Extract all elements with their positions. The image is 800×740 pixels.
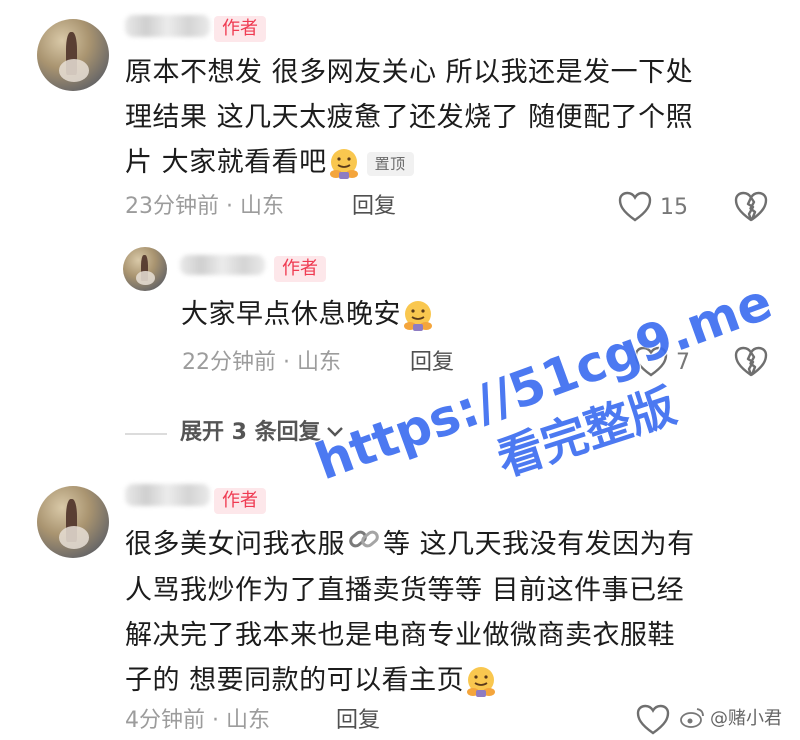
comment-line-with-emoji: 片 大家就看看吧 置顶: [125, 140, 775, 185]
comment-line: 人骂我炒作为了直播卖货等等 目前这件事已经: [125, 575, 685, 606]
weibo-icon: [680, 706, 706, 732]
reply-button[interactable]: 回复: [336, 706, 380, 736]
hug-emoji-icon: [464, 665, 498, 699]
avatar[interactable]: [37, 19, 109, 91]
avatar[interactable]: [37, 486, 109, 558]
comment-line: 等 这几天我没有发因为有: [383, 529, 695, 560]
timestamp-location: 23分钟前 · 山东: [125, 194, 284, 219]
hug-emoji-icon: [327, 147, 361, 181]
comment-line: 原本不想发 很多网友关心 所以我还是发一下处: [125, 57, 694, 88]
comment-line: 子的 想要同款的可以看主页: [125, 665, 465, 696]
comment-line: 理结果 这几天太疲惫了还发烧了 随便配了个照: [125, 102, 694, 133]
author-badge: 作者: [274, 256, 326, 282]
author-badge: 作者: [214, 16, 266, 42]
divider: [125, 433, 167, 435]
comment-line-with-link: 很多美女问我衣服 等 这几天我没有发因为有: [125, 522, 785, 568]
pinned-badge: 置顶: [366, 151, 414, 176]
heart-icon[interactable]: [618, 191, 652, 227]
avatar[interactable]: [123, 247, 167, 291]
comment-line: 片 大家就看看吧: [125, 147, 327, 178]
reply-button[interactable]: 回复: [410, 348, 454, 378]
author-badge: 作者: [214, 488, 266, 514]
comment-line-with-emoji: 子的 想要同款的可以看主页: [125, 658, 785, 703]
broken-heart-icon[interactable]: [734, 191, 768, 227]
link-icon: [347, 523, 381, 568]
hug-emoji-icon: [401, 299, 435, 333]
broken-heart-icon[interactable]: [734, 346, 768, 382]
username-blurred[interactable]: [125, 484, 210, 506]
username-blurred[interactable]: [125, 15, 210, 37]
comment-line: 解决完了我本来也是电商专业做微商卖衣服鞋: [125, 620, 675, 651]
timestamp-location: 22分钟前 · 山东: [182, 350, 341, 375]
comment-line: 大家早点休息晚安: [181, 299, 401, 330]
comment-text: 很多美女问我衣服 等 这几天我没有发因为有 人骂我炒作为了直播卖货等等 目前这件…: [125, 522, 785, 703]
weibo-handle: @赌小君: [710, 708, 782, 729]
comment-text: 原本不想发 很多网友关心 所以我还是发一下处 理结果 这几天太疲惫了还发烧了 随…: [125, 50, 775, 185]
heart-icon[interactable]: [636, 704, 670, 740]
like-count: 15: [660, 195, 688, 220]
expand-replies-label: 展开 3 条回复: [180, 420, 321, 445]
timestamp-location: 4分钟前 · 山东: [125, 708, 270, 733]
username-blurred[interactable]: [180, 255, 265, 275]
reply-button[interactable]: 回复: [352, 192, 396, 222]
comment-line: 很多美女问我衣服: [125, 529, 345, 560]
weibo-watermark: @赌小君: [680, 706, 782, 732]
